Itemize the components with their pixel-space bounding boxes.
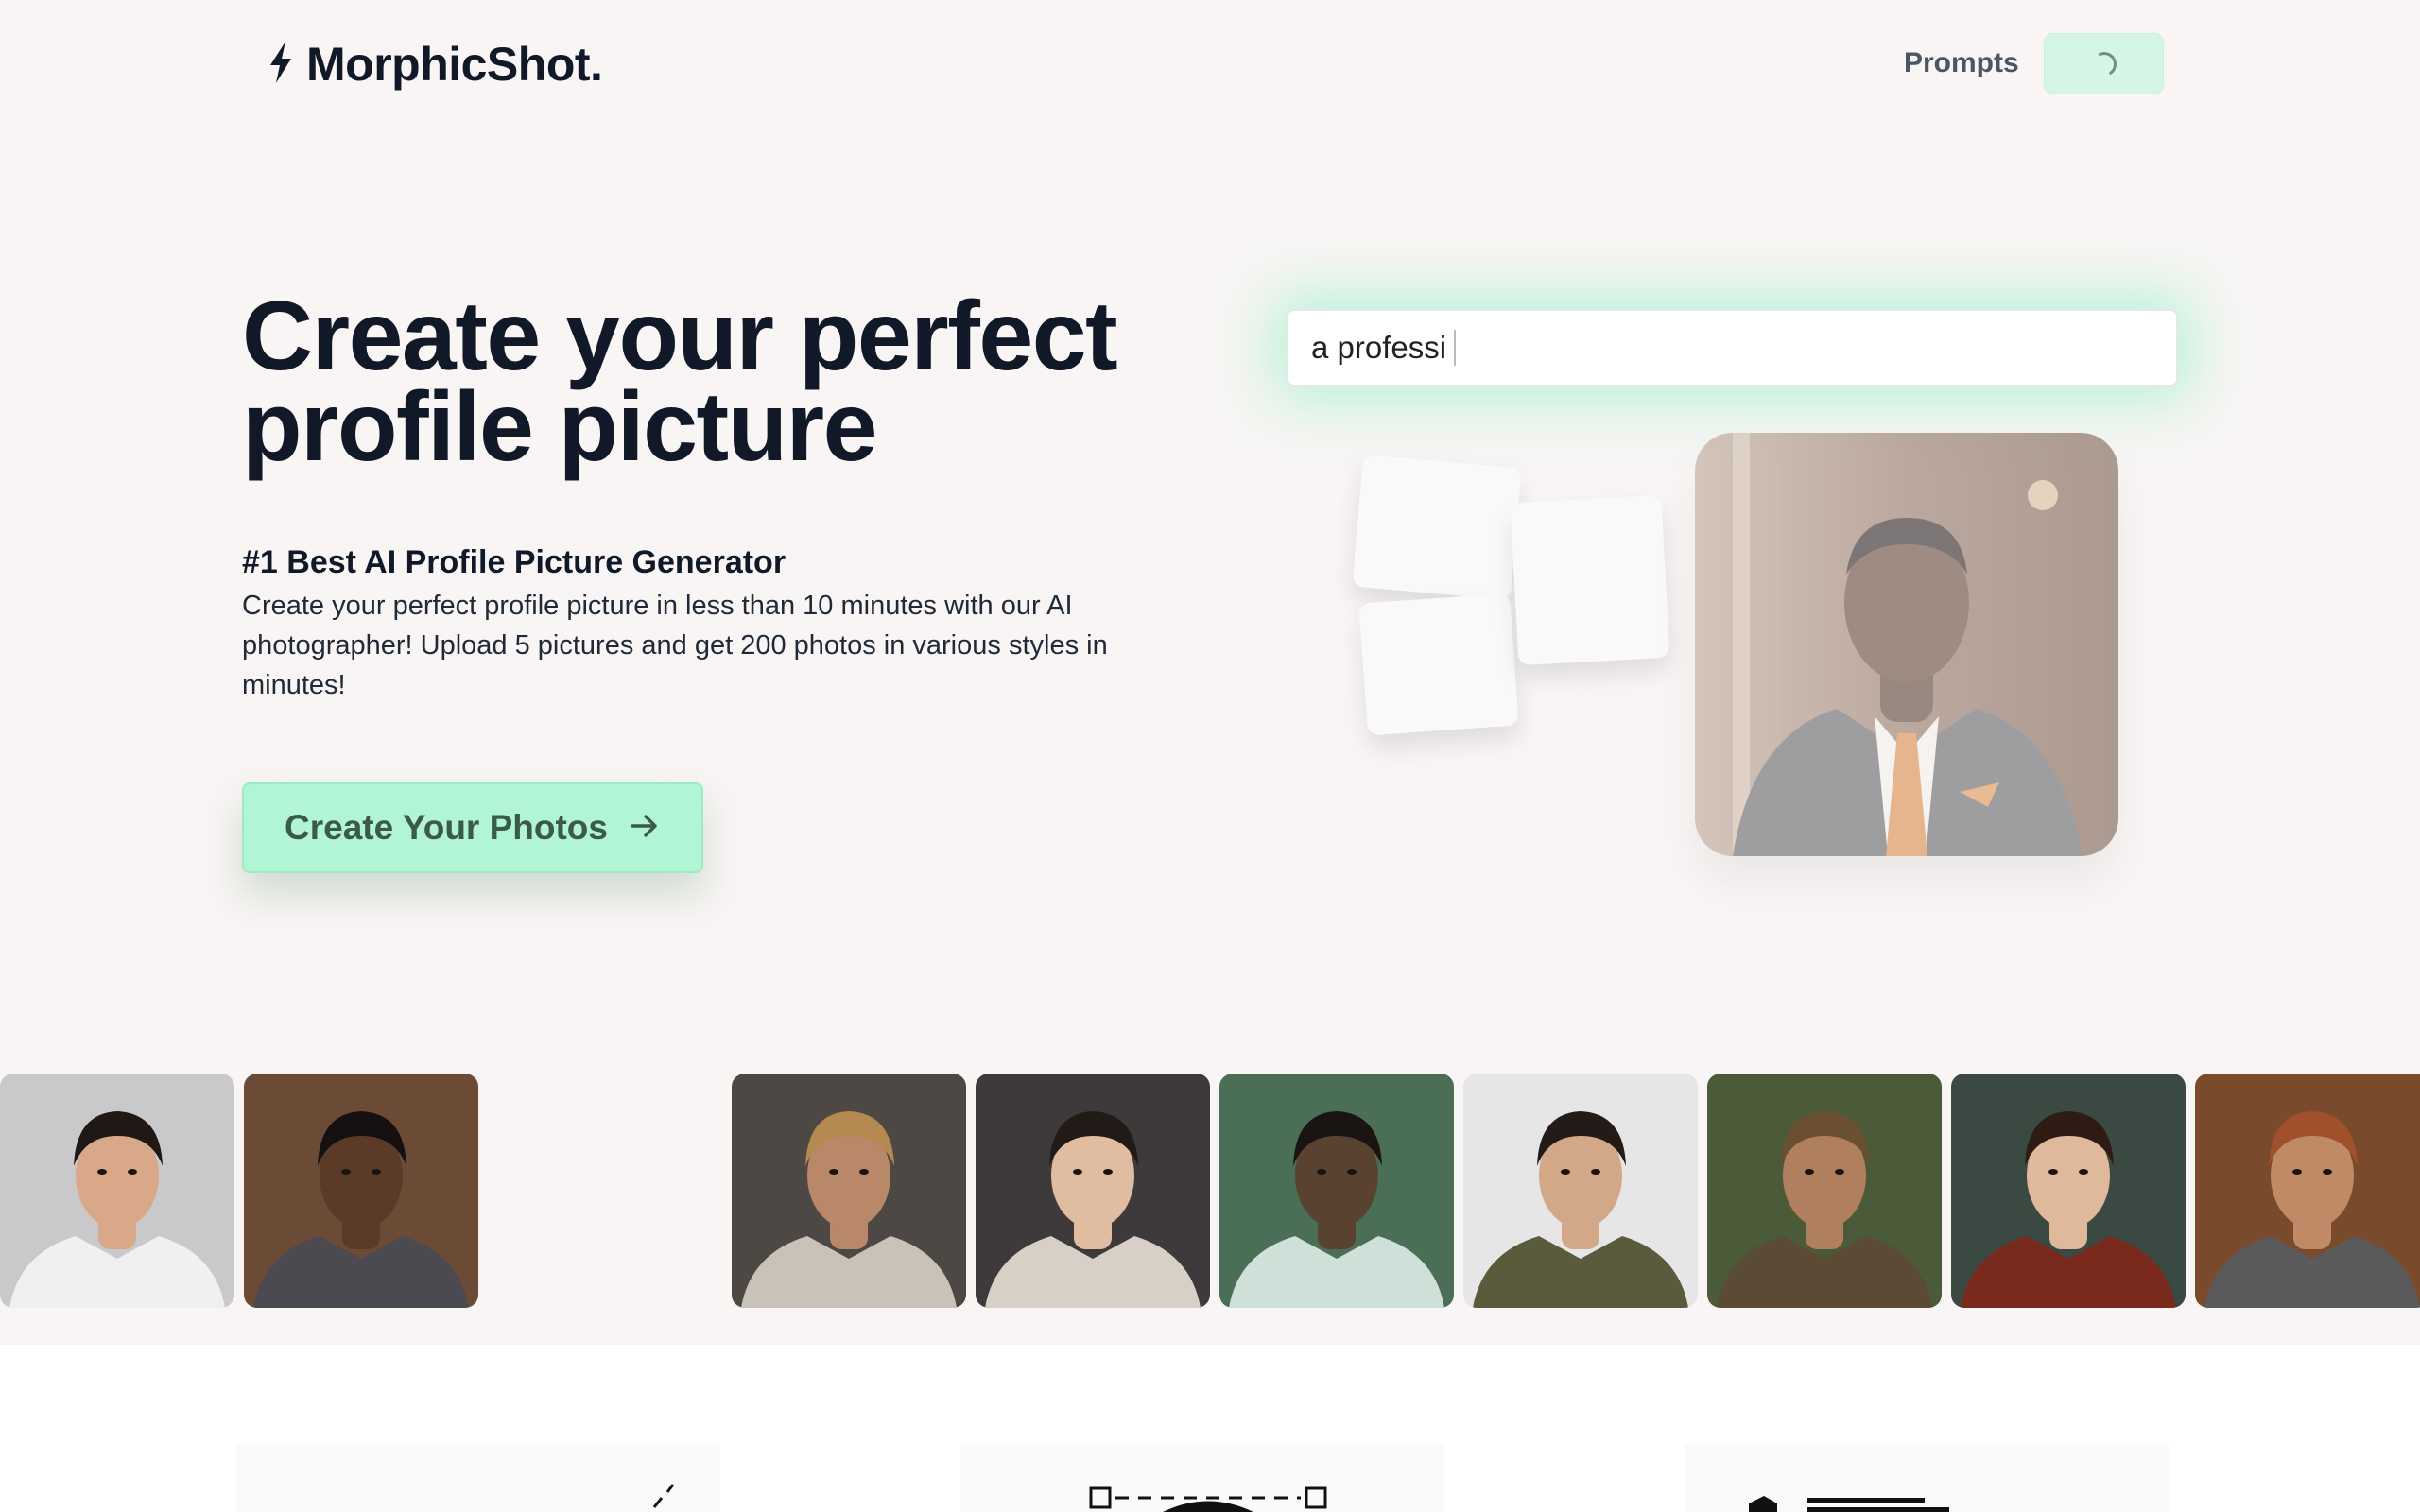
brand-logo[interactable]: MorphicShot. [265, 34, 603, 94]
generated-portrait-preview [1695, 433, 2118, 856]
portrait-image [732, 1074, 966, 1308]
portrait-woman-professional [0, 1074, 234, 1308]
portrait-warrior-armor [732, 1074, 966, 1308]
prompt-demo-text: a professi [1311, 330, 1447, 365]
portrait-man-curly [2195, 1074, 2420, 1308]
placeholder-card [1352, 454, 1522, 601]
upload-illustration-icon [652, 1484, 675, 1508]
hero-description: Create your perfect profile picture in l… [242, 591, 1108, 700]
portrait-man-suit [244, 1074, 478, 1308]
create-photos-label: Create Your Photos [285, 808, 608, 847]
placeholder-card [1510, 494, 1670, 666]
features-section [0, 1345, 2420, 1512]
account-button-loading[interactable] [2044, 33, 2164, 94]
portrait-man-astronaut [1219, 1074, 1454, 1308]
businessman-portrait-icon [1695, 433, 2118, 856]
site-header: MorphicShot. Prompts [0, 0, 2420, 128]
create-photos-button[interactable]: Create Your Photos [242, 782, 703, 873]
prompt-demo-input: a professi [1287, 309, 2178, 387]
portrait-woman-glasses [1951, 1074, 2186, 1308]
portrait-image [2195, 1074, 2420, 1308]
spinner-icon [2088, 48, 2119, 79]
lightning-bolt-icon [265, 40, 297, 90]
arrow-right-icon [629, 810, 661, 847]
portrait-image [244, 1074, 478, 1308]
hero-title: Create your perfect profile picture [242, 282, 1118, 482]
portrait-image [1707, 1074, 1942, 1308]
portrait-image [1219, 1074, 1454, 1308]
portrait-image [0, 1074, 234, 1308]
text-caret [1454, 330, 1457, 366]
example-gallery [0, 1074, 2420, 1308]
portrait-man-rugged [1707, 1074, 1942, 1308]
portrait-image [1463, 1074, 1698, 1308]
results-illustration-icon [1749, 1496, 1949, 1512]
hero-subtitle: #1 Best AI Profile Picture Generator [242, 544, 786, 580]
portrait-woman-fantasy [976, 1074, 1210, 1308]
portrait-image [1951, 1074, 2186, 1308]
portrait-image [976, 1074, 1210, 1308]
brand-name: MorphicShot. [306, 38, 603, 91]
process-illustration-icon [1089, 1486, 1327, 1512]
portrait-woman-olive [1463, 1074, 1698, 1308]
placeholder-card [1358, 593, 1519, 736]
nav-prompts-link[interactable]: Prompts [1904, 42, 2019, 85]
